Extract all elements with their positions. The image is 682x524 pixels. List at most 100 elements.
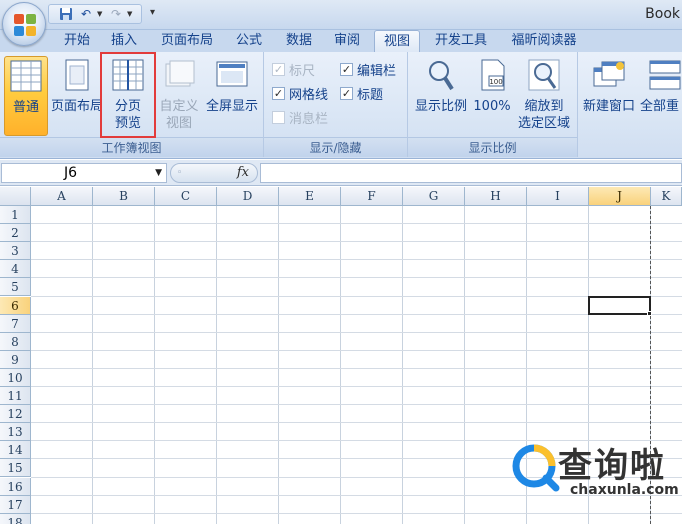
row-gridline: [31, 259, 682, 261]
arrange-all-label: 全部重: [640, 99, 680, 114]
row-header-14[interactable]: 14: [0, 441, 31, 460]
tab-review[interactable]: 审阅: [326, 30, 368, 52]
headings-label: 标题: [357, 87, 384, 103]
column-header-a[interactable]: A: [31, 187, 93, 206]
column-header-f[interactable]: F: [341, 187, 403, 206]
new-window-button[interactable]: 新建窗口: [580, 56, 638, 136]
search-logo-icon: [510, 442, 560, 492]
ribbon-tabs: 开始 插入 页面布局 公式 数据 审阅 视图 开发工具 福昕阅读器: [0, 30, 682, 53]
message-bar-checkbox[interactable]: 消息栏: [272, 108, 328, 127]
office-button[interactable]: [2, 2, 46, 46]
row-header-8[interactable]: 8: [0, 332, 31, 351]
save-icon[interactable]: [57, 6, 75, 22]
headings-checkbox[interactable]: ✓ 标题: [340, 84, 384, 103]
active-cell[interactable]: [588, 295, 651, 315]
column-header-b[interactable]: B: [93, 187, 155, 206]
normal-view-button[interactable]: 普通: [4, 56, 48, 136]
row-header-13[interactable]: 13: [0, 423, 31, 442]
column-header-g[interactable]: G: [403, 187, 465, 206]
gridlines-checkbox[interactable]: ✓ 网格线: [272, 84, 328, 103]
custom-views-button[interactable]: 自定义 视图: [156, 56, 202, 136]
workbook-views-group-label: 工作簿视图: [0, 137, 263, 157]
row-header-12[interactable]: 12: [0, 405, 31, 424]
row-header-18[interactable]: 18: [0, 513, 31, 524]
tab-developer[interactable]: 开发工具: [426, 30, 496, 52]
row-header-4[interactable]: 4: [0, 260, 31, 279]
ribbon: 普通 页面布局 分页 预览 自定义 视图 全屏显示 工作簿视图 ✓ 标尺 ✓ 编…: [0, 52, 682, 159]
column-header-i[interactable]: I: [527, 187, 589, 206]
row-header-7[interactable]: 7: [0, 314, 31, 333]
zoom-to-selection-label: 缩放到 选定区域: [514, 98, 574, 132]
row-header-1[interactable]: 1: [0, 206, 31, 225]
arrange-all-button[interactable]: 全部重: [640, 56, 682, 136]
zoom-to-selection-line2: 选定区域: [517, 116, 570, 131]
page-break-preview-icon: [111, 58, 145, 92]
zoom-to-selection-button[interactable]: 缩放到 选定区域: [514, 56, 574, 136]
row-gridline: [31, 277, 682, 279]
formula-bar-checkbox[interactable]: ✓ 编辑栏: [340, 60, 396, 79]
fill-handle[interactable]: [647, 310, 652, 316]
full-screen-button[interactable]: 全屏显示: [204, 56, 260, 136]
custom-views-label-line2: 视图: [165, 116, 192, 131]
tab-view[interactable]: 视图: [374, 30, 420, 53]
row-header-17[interactable]: 17: [0, 495, 31, 514]
formula-input[interactable]: [260, 163, 682, 183]
tab-foxit-reader[interactable]: 福昕阅读器: [502, 30, 586, 52]
ruler-check-icon: ✓: [272, 62, 285, 76]
row-gridline: [31, 241, 682, 243]
page-break-preview-label: 分页 预览: [104, 98, 152, 132]
page-layout-view-button[interactable]: 页面布局: [50, 56, 104, 136]
excel-window: { "title_bar": { "app_title": "Book" }, …: [0, 0, 682, 524]
select-all-corner[interactable]: [0, 187, 31, 206]
name-box[interactable]: J6 ▼: [1, 163, 167, 183]
row-header-10[interactable]: 10: [0, 368, 31, 387]
insert-function-icon[interactable]: fx: [237, 165, 249, 180]
grip-icon: ◦: [177, 168, 183, 178]
column-header-c[interactable]: C: [155, 187, 217, 206]
name-box-dropdown-icon[interactable]: ▼: [155, 164, 162, 182]
arrange-all-icon: [648, 58, 682, 92]
redo-icon[interactable]: ↷: [107, 6, 125, 22]
ruler-checkbox[interactable]: ✓ 标尺: [272, 60, 315, 79]
gridlines-check-icon: ✓: [272, 86, 285, 100]
undo-dropdown-icon[interactable]: ▼: [97, 10, 105, 18]
row-header-5[interactable]: 5: [0, 278, 31, 297]
tab-data[interactable]: 数据: [278, 30, 320, 52]
row-gridline: [31, 295, 682, 297]
row-header-15[interactable]: 15: [0, 459, 31, 478]
page-layout-icon: [60, 58, 94, 92]
row-header-6[interactable]: 6: [0, 296, 31, 315]
zoom-button[interactable]: 显示比例: [412, 56, 470, 136]
row-header-16[interactable]: 16: [0, 477, 31, 496]
watermark-brand: 查询啦: [558, 446, 666, 486]
row-header-3[interactable]: 3: [0, 242, 31, 261]
page-break-label-line1: 分页: [114, 99, 141, 114]
column-header-j[interactable]: J: [589, 187, 651, 206]
undo-icon[interactable]: ↶: [77, 6, 95, 22]
column-header-e[interactable]: E: [279, 187, 341, 206]
tab-home[interactable]: 开始: [55, 30, 99, 52]
tab-formulas[interactable]: 公式: [228, 30, 270, 52]
column-header-d[interactable]: D: [217, 187, 279, 206]
zoom-100-button[interactable]: 100 100%: [472, 56, 512, 136]
page-break-label-line2: 预览: [114, 116, 141, 131]
normal-view-label: 普通: [12, 100, 39, 115]
row-header-11[interactable]: 11: [0, 387, 31, 406]
row-gridline: [31, 223, 682, 225]
row-header-2[interactable]: 2: [0, 224, 31, 243]
tab-insert[interactable]: 插入: [104, 30, 144, 52]
customize-qat-icon[interactable]: ▾: [150, 7, 155, 18]
row-gridline: [31, 367, 682, 369]
column-header-h[interactable]: H: [465, 187, 527, 206]
redo-dropdown-icon[interactable]: ▼: [127, 10, 135, 18]
row-gridline: [31, 404, 682, 406]
column-header-k[interactable]: K: [651, 187, 682, 206]
row-gridline: [31, 349, 682, 351]
row-header-9[interactable]: 9: [0, 350, 31, 369]
magnifier-icon: [424, 58, 458, 92]
watermark-url: chaxunla.com: [570, 482, 679, 498]
page-break-preview-button[interactable]: 分页 预览: [104, 56, 152, 136]
custom-views-icon: [162, 58, 196, 92]
tab-page-layout[interactable]: 页面布局: [152, 30, 222, 52]
quick-access-toolbar: ↶ ▼ ↷ ▼: [48, 4, 142, 24]
